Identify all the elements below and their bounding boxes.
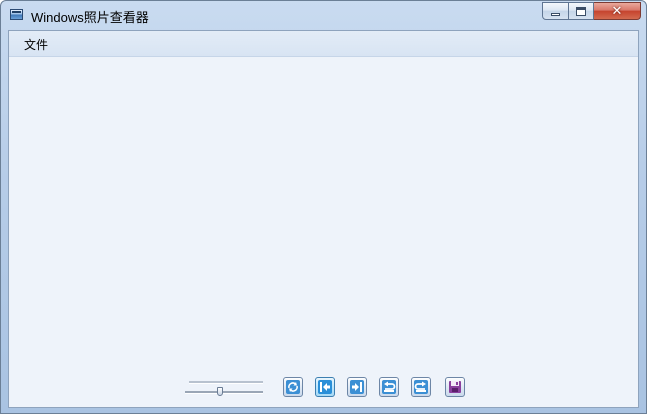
zoom-track — [185, 391, 263, 394]
previous-icon — [318, 380, 332, 394]
zoom-slider[interactable] — [184, 378, 266, 398]
caption-buttons: ✕ — [542, 2, 641, 21]
photo-viewer-window: Windows照片查看器 ✕ 文件 — [0, 0, 647, 414]
menu-file[interactable]: 文件 — [18, 34, 54, 55]
zoom-thumb[interactable] — [217, 387, 224, 396]
client-area: 文件 — [8, 30, 639, 408]
minimize-icon — [551, 13, 560, 16]
rotate-clockwise-button[interactable] — [411, 377, 431, 397]
next-button[interactable] — [347, 377, 367, 397]
close-icon: ✕ — [611, 3, 623, 18]
save-disk-icon — [449, 381, 461, 393]
minimize-button[interactable] — [542, 2, 569, 20]
close-button[interactable]: ✕ — [594, 2, 641, 20]
next-icon — [350, 380, 364, 394]
rotate-cw-icon — [414, 380, 428, 394]
menu-bar: 文件 — [9, 31, 638, 57]
maximize-icon — [576, 7, 586, 16]
maximize-button[interactable] — [569, 2, 594, 20]
rotate-counterclockwise-button[interactable] — [379, 377, 399, 397]
app-icon — [10, 9, 23, 20]
bottom-toolbar — [9, 367, 638, 407]
refresh-arrows-icon — [286, 380, 300, 394]
previous-button[interactable] — [315, 377, 335, 397]
actual-size-button[interactable] — [283, 377, 303, 397]
delete-button[interactable] — [445, 377, 465, 397]
title-bar[interactable]: Windows照片查看器 ✕ — [1, 1, 646, 29]
window-title: Windows照片查看器 — [31, 10, 149, 25]
zoom-track-decoration — [189, 381, 263, 384]
image-viewport[interactable] — [9, 57, 638, 367]
rotate-ccw-icon — [382, 380, 396, 394]
